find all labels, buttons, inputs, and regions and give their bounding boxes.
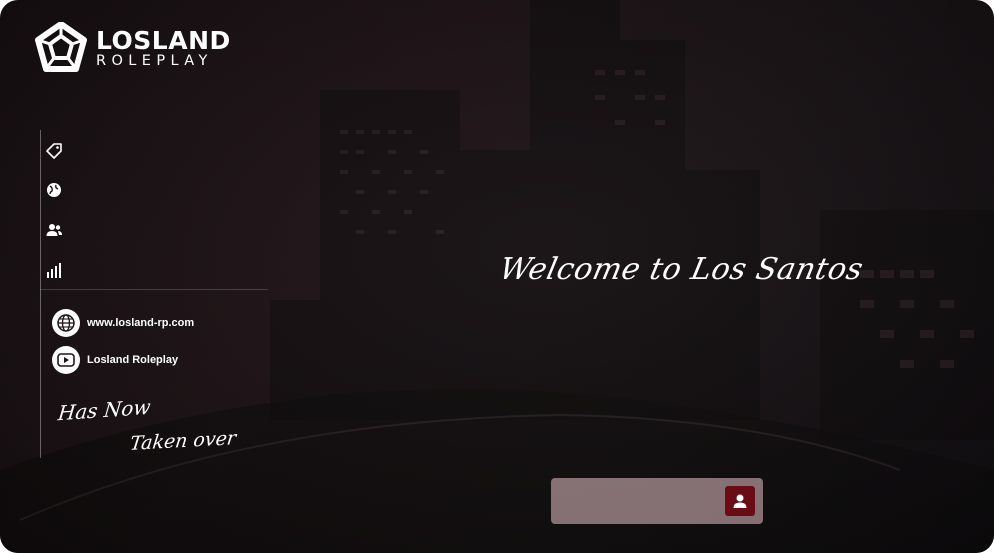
- nav-item-users[interactable]: [44, 220, 64, 240]
- youtube-link-label: Losland Roleplay: [87, 354, 179, 366]
- brand-logo: LOSLAND ROLEPLAY: [34, 22, 264, 74]
- globe-grid-icon: [52, 309, 80, 337]
- nav-item-stats[interactable]: [44, 260, 64, 280]
- globe-icon: [47, 183, 61, 197]
- brand-subtitle: ROLEPLAY: [96, 53, 213, 69]
- user-icon: [733, 494, 747, 508]
- website-link[interactable]: www.losland-rp.com: [52, 309, 194, 337]
- tag-icon: [46, 143, 62, 159]
- nav-item-globe[interactable]: [44, 180, 64, 200]
- logo-mark-icon: [35, 22, 87, 72]
- sidebar-divider-horizontal: [40, 289, 268, 290]
- users-icon: [46, 224, 62, 236]
- welcome-heading: Welcome to Los Santos: [496, 252, 867, 287]
- sidebar-divider-vertical: [40, 130, 41, 458]
- nav-item-tag[interactable]: [44, 141, 64, 161]
- youtube-icon: [52, 346, 80, 374]
- brand-title: LOSLAND: [96, 26, 231, 55]
- youtube-link[interactable]: Losland Roleplay: [52, 346, 178, 374]
- website-link-label: www.losland-rp.com: [87, 317, 195, 329]
- signal-bars-icon: [47, 263, 61, 278]
- login-button[interactable]: [725, 486, 755, 516]
- launcher-window: LOSLAND ROLEPLAY www.losland-rp.com Losl…: [0, 0, 994, 553]
- username-input[interactable]: [559, 487, 723, 517]
